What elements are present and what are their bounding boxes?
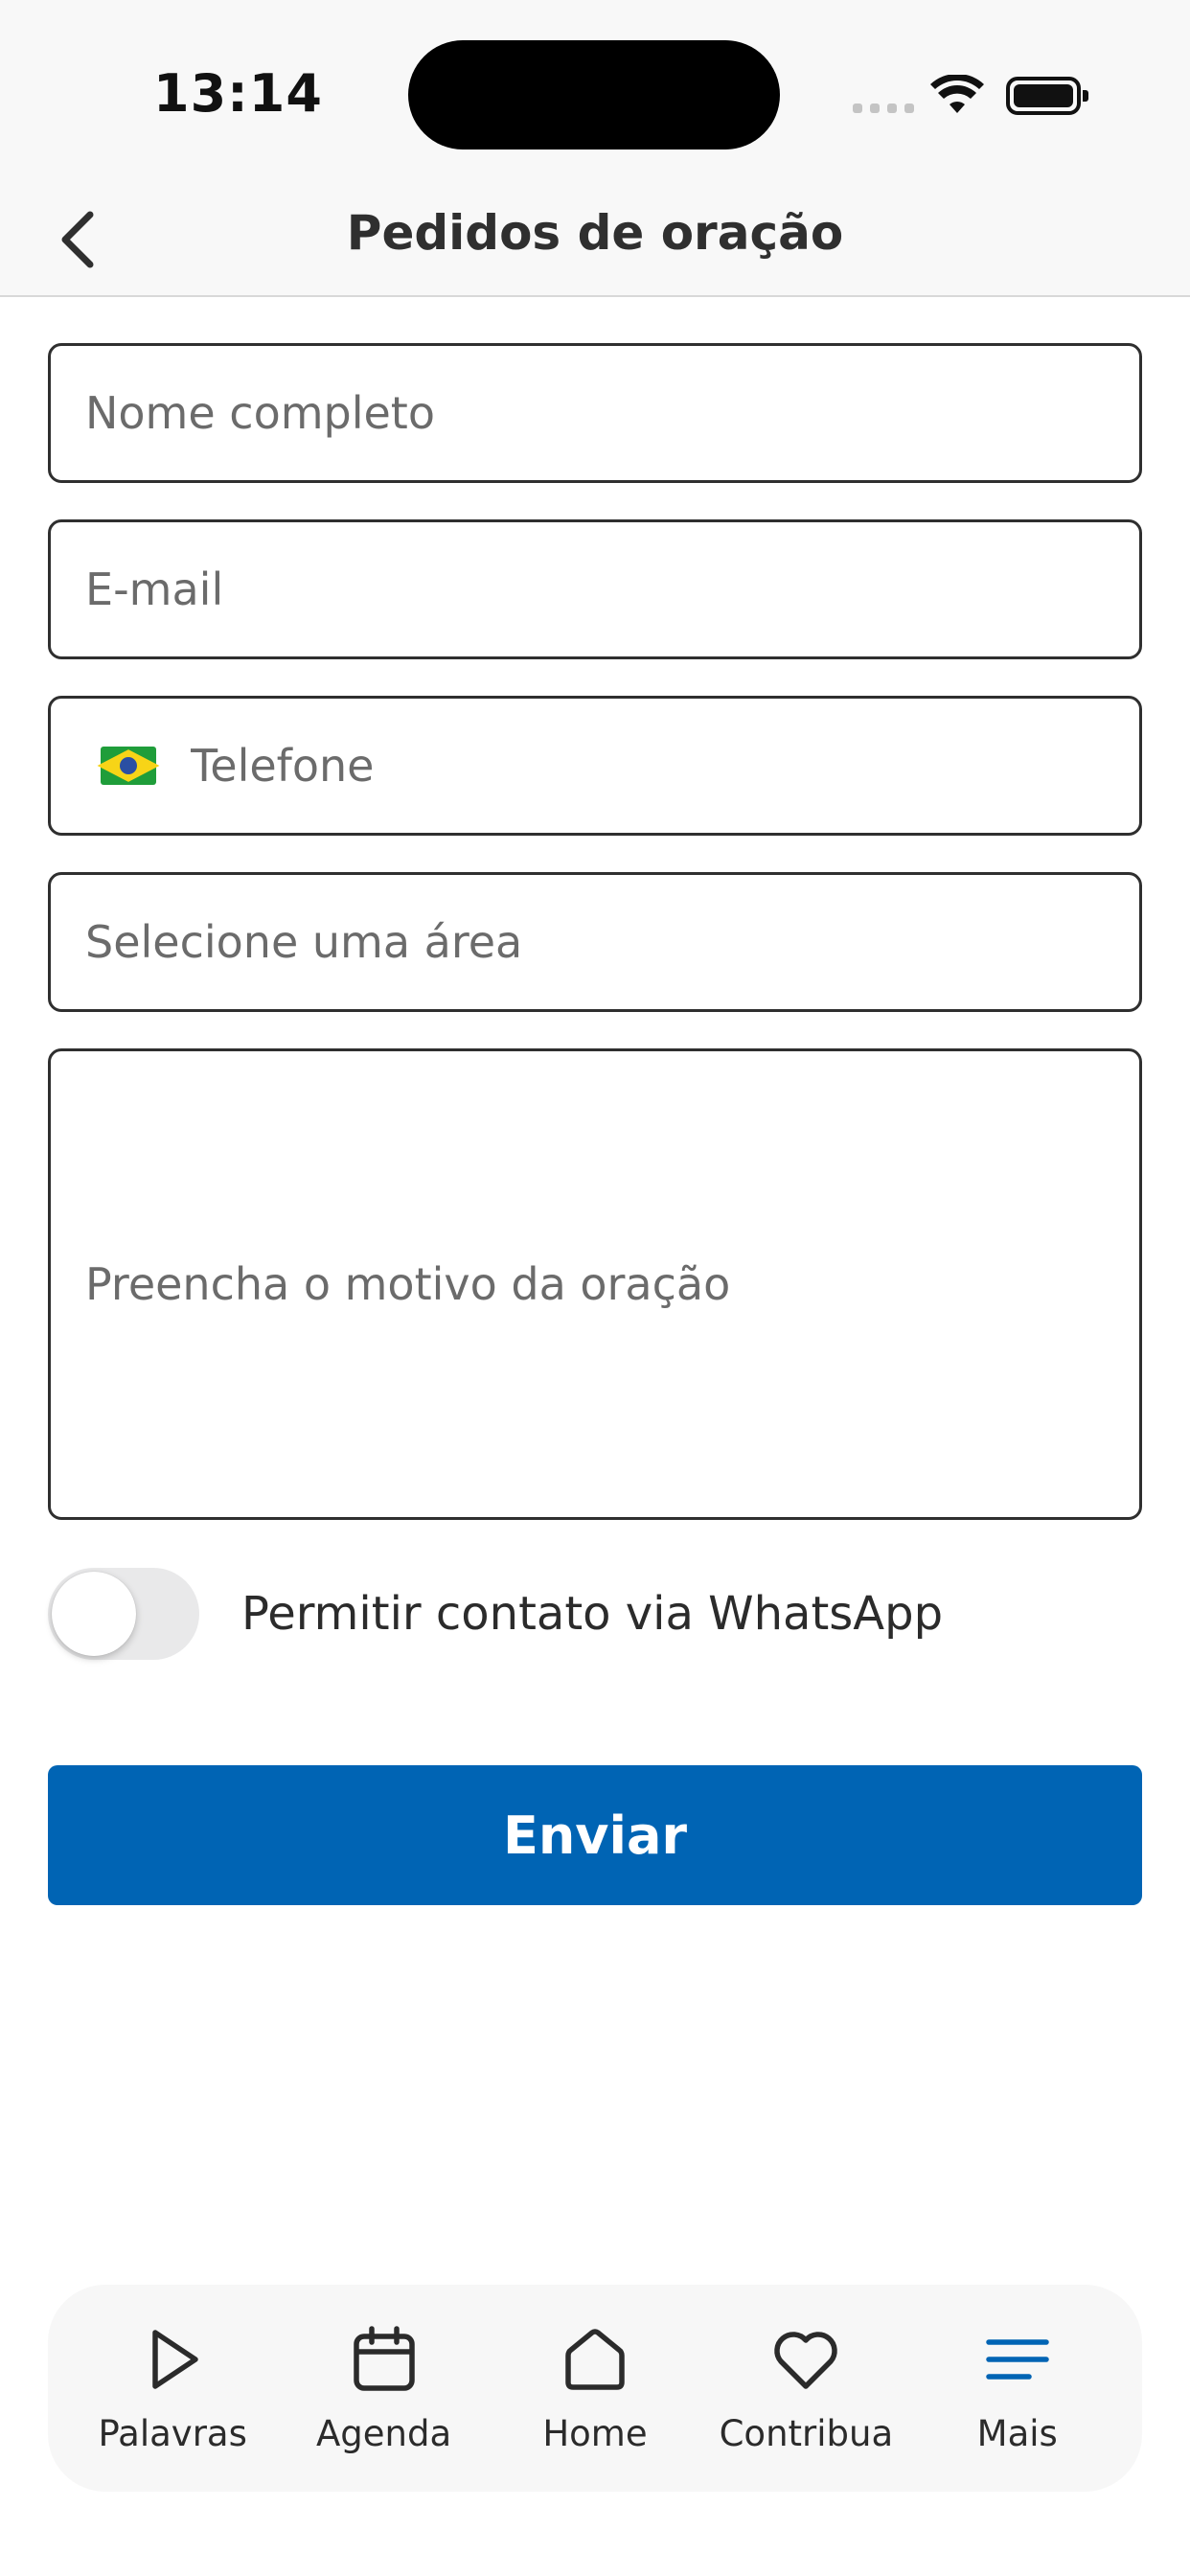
tab-bar: Palavras Agenda Home Contribua Mais <box>48 2285 1142 2492</box>
menu-icon <box>986 2338 1049 2380</box>
email-input[interactable] <box>85 564 1139 615</box>
whatsapp-toggle[interactable] <box>48 1568 199 1660</box>
tab-label: Home <box>542 2412 648 2454</box>
submit-button[interactable]: Enviar <box>48 1765 1142 1905</box>
home-icon <box>565 2328 625 2390</box>
wifi-icon <box>930 75 984 113</box>
cellular-signal-icon <box>853 104 914 113</box>
tab-mais[interactable]: Mais <box>922 2292 1113 2484</box>
tab-label: Palavras <box>98 2412 247 2454</box>
status-time: 13:14 <box>153 63 323 124</box>
whatsapp-toggle-row: Permitir contato via WhatsApp <box>48 1566 943 1662</box>
tab-label: Contribua <box>719 2412 894 2454</box>
tab-palavras[interactable]: Palavras <box>77 2292 268 2484</box>
battery-icon <box>1006 77 1088 115</box>
whatsapp-toggle-label: Permitir contato via WhatsApp <box>241 1587 944 1641</box>
tab-label: Agenda <box>315 2412 452 2454</box>
status-bar: 13:14 <box>0 0 1190 182</box>
phone-input[interactable] <box>191 740 1139 792</box>
tab-label: Mais <box>976 2412 1058 2454</box>
tab-home[interactable]: Home <box>499 2292 691 2484</box>
area-select[interactable]: Selecione uma área <box>48 872 1142 1012</box>
heart-icon <box>774 2331 838 2389</box>
full-name-field[interactable] <box>48 343 1142 483</box>
toggle-knob <box>52 1572 136 1656</box>
dynamic-island <box>408 40 780 150</box>
tab-contribua[interactable]: Contribua <box>710 2292 902 2484</box>
nav-bar: Pedidos de oração <box>0 182 1190 297</box>
brazil-flag-icon[interactable] <box>97 747 160 785</box>
page-title: Pedidos de oração <box>346 205 844 261</box>
area-select-placeholder: Selecione uma área <box>85 916 523 968</box>
email-field[interactable] <box>48 519 1142 659</box>
tab-agenda[interactable]: Agenda <box>288 2292 480 2484</box>
full-name-input[interactable] <box>85 387 1139 439</box>
prayer-reason-field[interactable] <box>48 1048 1142 1520</box>
screen: 13:14 Pedidos de oração Nome completo E-… <box>0 0 1190 2576</box>
calendar-icon <box>353 2325 415 2391</box>
play-icon <box>152 2329 198 2389</box>
prayer-reason-textarea[interactable] <box>85 1251 1139 1318</box>
phone-field[interactable] <box>48 696 1142 836</box>
